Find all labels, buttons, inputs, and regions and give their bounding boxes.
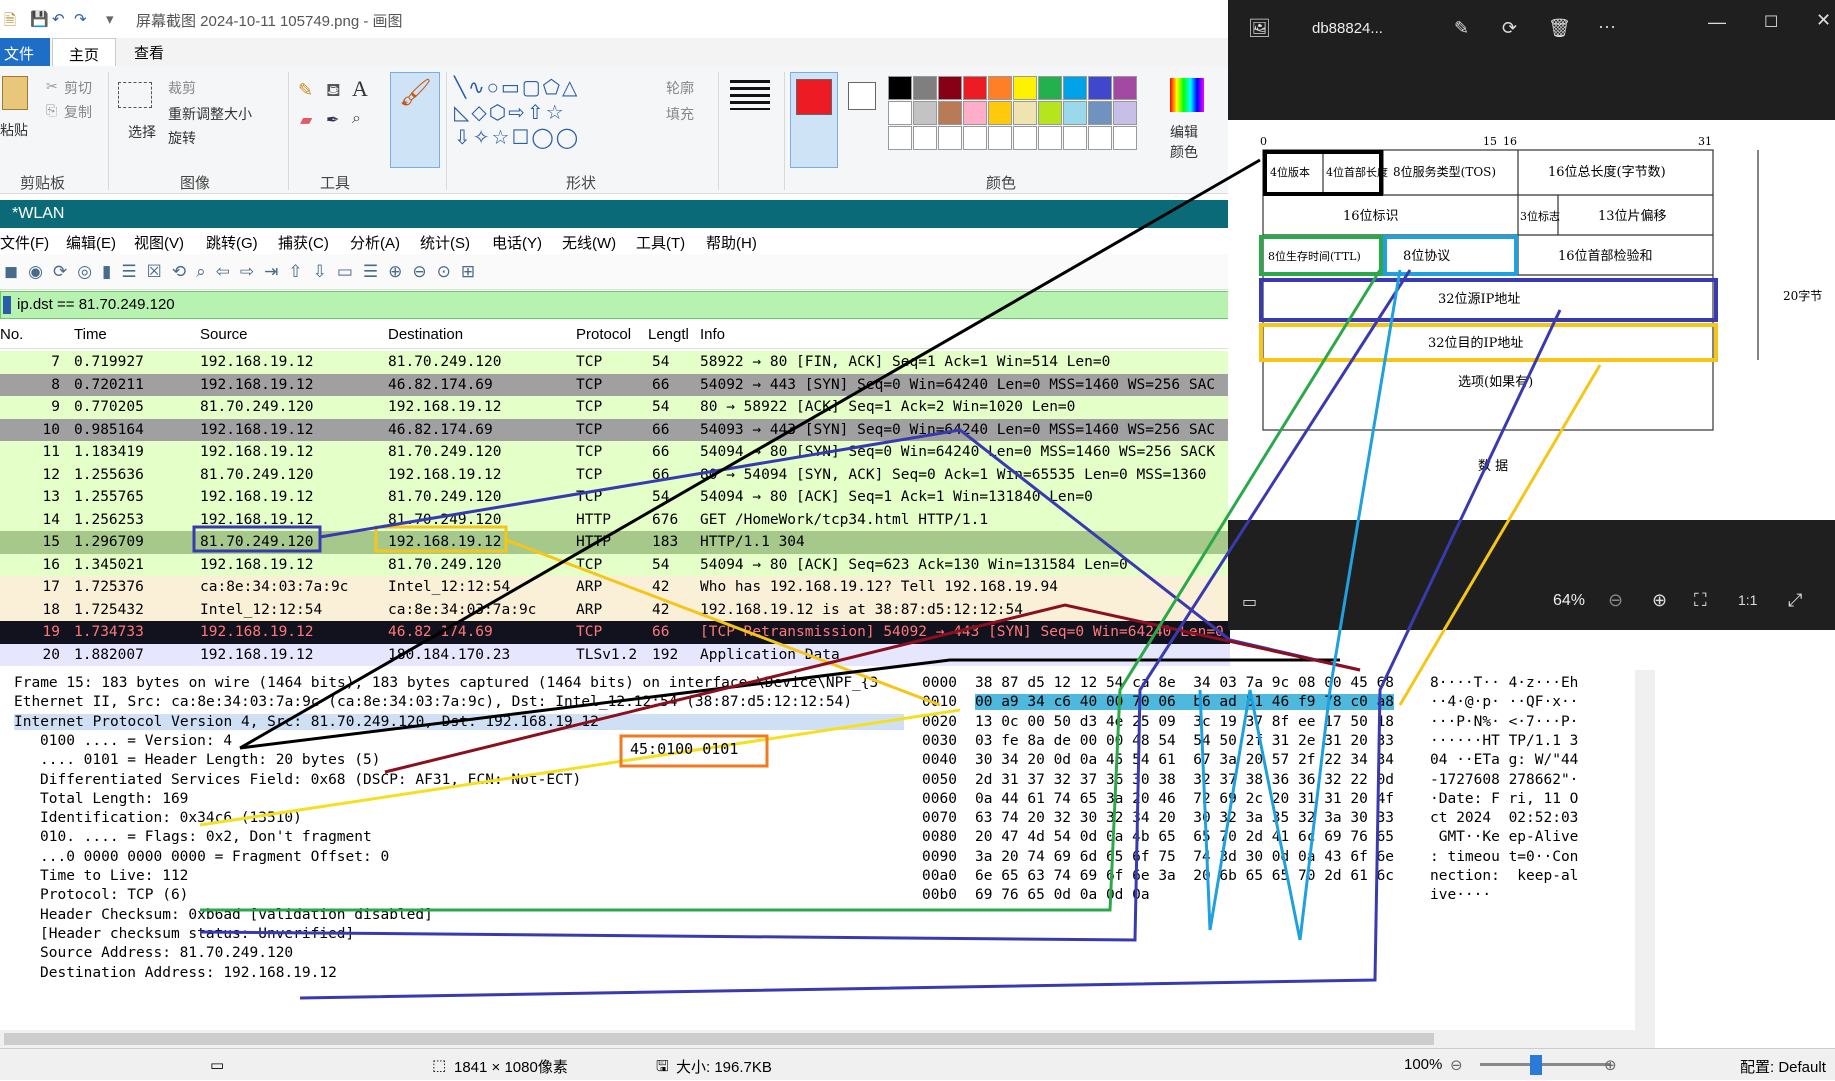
zoom-in-icon[interactable]: ⊕ xyxy=(1604,1056,1617,1074)
disk-icon: 🖫 xyxy=(656,1058,669,1075)
zoom-slider-thumb[interactable] xyxy=(1530,1055,1542,1075)
annotation-label: 45:0100 0101 xyxy=(630,740,739,758)
config-label: 配置: Default xyxy=(1740,1059,1826,1076)
zoom-out-icon[interactable]: ⊖ xyxy=(1450,1056,1463,1074)
annotation-overlay xyxy=(192,158,1602,1000)
canvas-icon: ▭ xyxy=(210,1057,225,1074)
dimensions-icon: ⬚ xyxy=(432,1057,447,1074)
file-size: 大小: 196.7KB xyxy=(676,1059,772,1076)
image-dimensions: 1841 × 1080像素 xyxy=(454,1059,568,1076)
zoom-percent: 100% xyxy=(1404,1056,1443,1073)
zoom-slider[interactable] xyxy=(1480,1063,1610,1066)
status-bar: ▭ ⬚ 1841 × 1080像素 🖫 大小: 196.7KB 100% ⊖ ⊕… xyxy=(0,1048,1835,1080)
